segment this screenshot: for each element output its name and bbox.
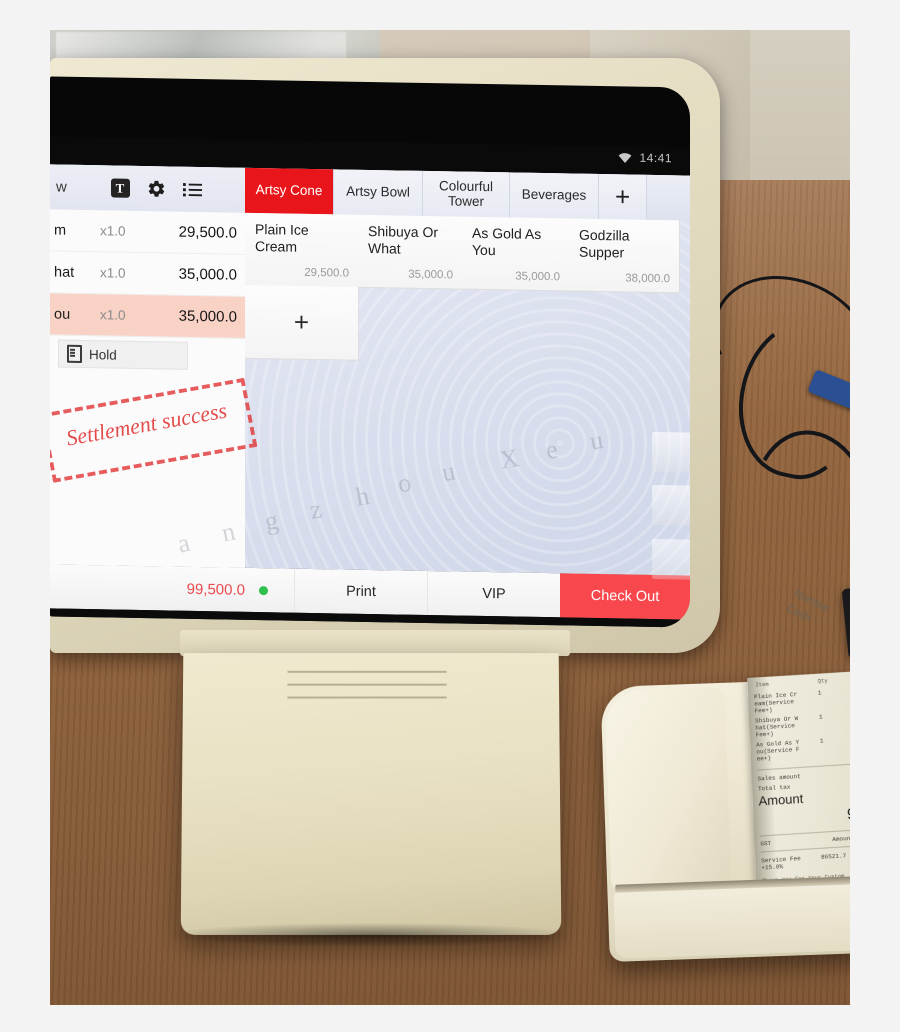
product-grid: Plain Ice Cream 29,500.0 Shibuya Or What… xyxy=(245,212,690,576)
hold-button-label: Hold xyxy=(89,346,117,363)
product-name: As Gold As You xyxy=(472,224,542,258)
receipt-header-qty: Qty xyxy=(817,677,828,685)
order-item-qty: x1.0 xyxy=(100,223,126,239)
monitor-screen: 14:41 w T Artsy Cone Artsy Bowl Colourfu… xyxy=(50,76,690,628)
settings-gear-icon[interactable] xyxy=(138,166,174,212)
product-name: Plain Ice Cream xyxy=(255,220,309,255)
order-item-amount: 35,000.0 xyxy=(178,307,237,326)
screenshot-scene: 14:41 w T Artsy Cone Artsy Bowl Colourfu… xyxy=(0,0,900,1032)
category-tabs: Artsy Cone Artsy Bowl Colourful Tower Be… xyxy=(245,167,690,221)
stand-vent-line xyxy=(287,696,447,699)
product-price: 35,000.0 xyxy=(515,270,560,284)
receipt-printer: Number Cash Item Qty Total Plain Ice Cr … xyxy=(600,587,850,962)
check-out-button[interactable]: Check Out xyxy=(560,573,690,620)
pos-application: w T Artsy Cone Artsy Bowl Colourful Towe… xyxy=(50,164,690,576)
text-tool-icon[interactable]: T xyxy=(102,165,138,211)
print-button[interactable]: Print xyxy=(294,568,427,615)
add-category-button[interactable]: + xyxy=(599,173,648,220)
order-row[interactable]: ou x1.0 35,000.0 xyxy=(50,293,245,339)
product-tile[interactable]: Plain Ice Cream 29,500.0 xyxy=(245,212,359,288)
product-tile[interactable]: Shibuya Or What 35,000.0 xyxy=(358,214,463,290)
tab-artsy-cone[interactable]: Artsy Cone xyxy=(245,167,334,215)
stand-shadow xyxy=(170,923,570,947)
receipt-amount-label: Amount xyxy=(758,790,804,809)
receipt-amount-value: 99500.0 xyxy=(846,802,850,824)
tab-colourful-tower[interactable]: Colourful Tower xyxy=(423,170,510,218)
screen-glare-3 xyxy=(652,538,690,580)
screen-glare-2 xyxy=(652,484,690,526)
product-tile[interactable]: Godzilla Supper 38,000.0 xyxy=(569,218,680,294)
monitor-stand-base xyxy=(180,653,562,935)
hold-button[interactable]: Hold xyxy=(58,339,188,370)
receipt-line-name: Plain Ice Cr eam(Service Fee+) xyxy=(753,690,798,715)
screen-content: 14:41 w T Artsy Cone Artsy Bowl Colourfu… xyxy=(50,76,690,628)
receipt-tax-row-name: Service Fee +15.0% xyxy=(761,855,801,872)
order-item-qty: x1.0 xyxy=(100,265,126,281)
vip-button[interactable]: VIP xyxy=(427,570,560,618)
stand-vent-line xyxy=(287,683,447,686)
order-row[interactable]: hat x1.0 35,000.0 xyxy=(50,251,245,297)
receipt-tax-header-amount: Amount xyxy=(832,834,850,844)
list-menu-icon[interactable] xyxy=(174,167,210,213)
receipt-line-qty: 1 xyxy=(817,689,822,697)
tabs-spacer xyxy=(647,174,690,221)
product-name: Godzilla Supper xyxy=(579,226,630,260)
product-price: 38,000.0 xyxy=(625,272,670,286)
add-product-tile[interactable]: + xyxy=(245,284,359,361)
receipt-tax-header-gst: GST xyxy=(760,839,772,848)
receipt-header-item: Item xyxy=(755,680,769,689)
receipt-line-name: Shibuya Or W hat(Service Fee+) xyxy=(754,714,799,739)
order-item-amount: 29,500.0 xyxy=(178,223,237,242)
wifi-icon xyxy=(618,152,632,163)
product-name: Shibuya Or What xyxy=(368,222,439,257)
printer-front-panel xyxy=(613,883,850,959)
order-item-name: m xyxy=(54,221,67,239)
order-item-list: m x1.0 29,500.0 hat x1.0 35,000.0 ou x1.… xyxy=(50,209,245,568)
order-total-amount: 99,500.0 xyxy=(186,580,245,599)
receipt-line-qty: 1 xyxy=(818,713,823,721)
tab-beverages[interactable]: Beverages xyxy=(510,172,599,219)
stand-vent-line xyxy=(287,670,447,673)
hold-icon xyxy=(67,344,82,363)
status-bar-time: 14:41 xyxy=(639,150,672,166)
receipt-summary-label: Sales amount xyxy=(757,772,801,783)
toolbar-cut-label: w xyxy=(56,178,67,196)
tab-artsy-bowl[interactable]: Artsy Bowl xyxy=(334,169,423,216)
receipt-line-name: As Gold As Y ou(Service F ee+) xyxy=(755,738,800,763)
order-item-qty: x1.0 xyxy=(100,307,126,323)
printer-lid xyxy=(604,686,732,891)
product-price: 35,000.0 xyxy=(408,268,453,282)
receipt-line-qty: 1 xyxy=(819,737,824,745)
photograph: 14:41 w T Artsy Cone Artsy Bowl Colourfu… xyxy=(50,30,850,1005)
product-tile[interactable]: As Gold As You 35,000.0 xyxy=(462,216,570,292)
order-row[interactable]: m x1.0 29,500.0 xyxy=(50,209,245,255)
connection-status-dot xyxy=(259,585,268,595)
product-price: 29,500.0 xyxy=(304,266,349,280)
order-item-name: hat xyxy=(54,263,75,281)
screen-glare-1 xyxy=(652,431,690,473)
order-item-amount: 35,000.0 xyxy=(178,265,237,284)
pos-monitor: 14:41 w T Artsy Cone Artsy Bowl Colourfu… xyxy=(50,58,720,653)
order-item-name: ou xyxy=(54,305,71,323)
receipt-tax-row-amount: 86521.7 xyxy=(820,852,847,861)
printed-receipt: Item Qty Total Plain Ice Cr eam(Service … xyxy=(747,668,850,890)
toolbar-left-group: w T xyxy=(50,164,245,213)
